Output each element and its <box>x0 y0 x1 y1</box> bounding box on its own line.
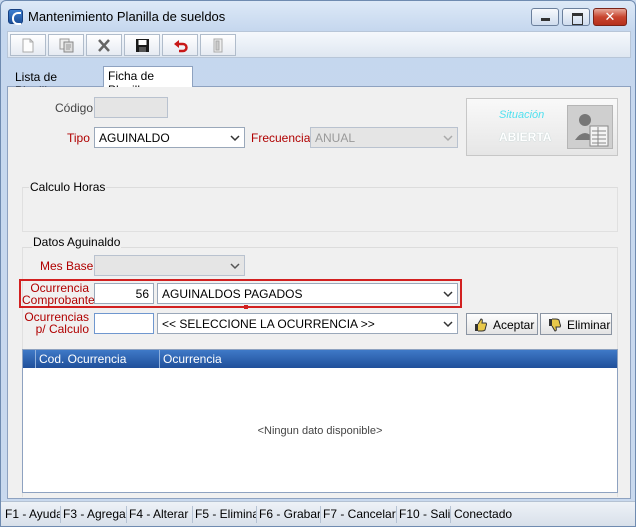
highlight-marker <box>244 305 248 309</box>
tab-strip: Lista de Planillas Ficha de Planilla <box>7 65 631 98</box>
window-title: Mantenimiento Planilla de sueldos <box>28 9 226 24</box>
column-header-ocurrencia[interactable]: Ocurrencia <box>163 352 222 366</box>
undo-button[interactable] <box>162 34 198 56</box>
copy-button[interactable] <box>48 34 84 56</box>
codigo-field[interactable] <box>94 97 168 118</box>
save-icon <box>136 39 149 52</box>
delete-icon <box>98 39 110 52</box>
new-icon <box>22 38 34 53</box>
save-button[interactable] <box>124 34 160 56</box>
mes-base-label: Mes Base <box>40 259 94 273</box>
ocurrencias-calculo-label: Ocurrencias p/ Calculo <box>22 311 89 335</box>
situacion-label: Situación <box>499 109 545 121</box>
label-line: p/ Calculo <box>35 322 89 336</box>
frecuencia-select[interactable]: ANUAL <box>310 127 458 148</box>
eliminar-button[interactable]: Eliminar <box>540 313 612 335</box>
aceptar-label: Aceptar <box>493 318 535 332</box>
title-bar[interactable]: Mantenimiento Planilla de sueldos ✕ <box>1 1 635 31</box>
chevron-down-icon <box>443 291 453 298</box>
chevron-down-icon <box>230 135 240 142</box>
status-f7-cancelar: F7 - Cancelar <box>323 506 397 523</box>
grid-column-separator <box>159 350 160 368</box>
eliminar-label: Eliminar <box>567 318 611 332</box>
situacion-panel: Situación ABIERTA <box>466 98 618 156</box>
status-bar: F1 - Ayuda F3 - Agregar F4 - Alterar F5 … <box>1 501 635 526</box>
situacion-value: ABIERTA <box>499 130 552 144</box>
status-f6-grabar: F6 - Grabar <box>259 506 321 523</box>
label-line: Comprobante <box>22 293 95 307</box>
ocurrencias-grid[interactable]: Cod. Ocurrencia Ocurrencia <Ningun dato … <box>22 349 618 493</box>
mes-base-select[interactable] <box>94 255 245 276</box>
codigo-label: Código <box>55 101 94 115</box>
ocurrencia-comprobante-code[interactable]: 56 <box>94 283 154 304</box>
toolbar <box>7 31 631 58</box>
status-connection: Conectado <box>454 507 513 521</box>
close-button[interactable]: ✕ <box>593 8 627 26</box>
tipo-label: Tipo <box>67 131 90 145</box>
ocurrencias-calculo-code[interactable] <box>94 313 154 334</box>
exit-icon <box>213 38 223 53</box>
grid-empty-message: <Ningun dato disponible> <box>257 425 383 437</box>
ocurrencia-comprobante-label: Ocurrencia Comprobante <box>22 282 95 307</box>
exit-button[interactable] <box>200 34 236 56</box>
chevron-down-icon <box>443 321 453 328</box>
maximize-button[interactable] <box>562 8 590 26</box>
status-f4-alterar: F4 - Alterar <box>129 506 193 523</box>
frecuencia-label: Frecuencia <box>251 131 311 145</box>
application-window: Mantenimiento Planilla de sueldos ✕ List… <box>0 0 636 527</box>
status-f3-agregar: F3 - Agregar <box>63 506 127 523</box>
ocurrencias-calculo-select[interactable]: << SELECCIONE LA OCURRENCIA >> <box>157 313 458 334</box>
minimize-button[interactable] <box>531 8 559 26</box>
status-f1-ayuda: F1 - Ayuda <box>5 506 61 523</box>
ocurrencias-calculo-value: << SELECCIONE LA OCURRENCIA >> <box>162 317 375 331</box>
thumbs-up-icon <box>475 318 487 332</box>
chevron-down-icon <box>443 135 453 142</box>
column-header-cod-ocurrencia[interactable]: Cod. Ocurrencia <box>39 352 126 366</box>
app-icon <box>8 9 23 25</box>
new-button[interactable] <box>10 34 46 56</box>
chevron-down-icon <box>230 263 240 270</box>
tab-ficha-de-planilla[interactable]: Ficha de Planilla <box>103 66 193 97</box>
datos-aguinaldo-label: Datos Aguinaldo <box>32 235 122 249</box>
tipo-value: AGUINALDO <box>99 131 170 145</box>
delete-button[interactable] <box>86 34 122 56</box>
status-f10-salir: F10 - Salir <box>399 506 451 523</box>
grid-column-separator <box>35 350 36 368</box>
thumbs-down-icon <box>549 318 561 332</box>
undo-icon <box>174 40 188 53</box>
copy-icon <box>59 38 74 53</box>
tipo-select[interactable]: AGUINALDO <box>94 127 245 148</box>
ocurrencia-comprobante-select[interactable]: AGUINALDOS PAGADOS <box>157 283 458 304</box>
calculo-horas-label: Calculo Horas <box>29 180 107 194</box>
close-icon: ✕ <box>604 9 616 24</box>
user-sheet-icon <box>567 105 613 149</box>
ocurrencia-comprobante-value: AGUINALDOS PAGADOS <box>162 287 303 301</box>
aceptar-button[interactable]: Aceptar <box>466 313 538 335</box>
frecuencia-value: ANUAL <box>315 131 356 145</box>
grid-header: Cod. Ocurrencia Ocurrencia <box>23 350 617 368</box>
ficha-panel: Código Tipo AGUINALDO Frecuencia ANUAL S… <box>7 87 631 499</box>
tab-lista-de-planillas[interactable]: Lista de Planillas <box>11 68 103 98</box>
status-f5-eliminar: F5 - Eliminar <box>195 506 257 523</box>
calculo-horas-group <box>22 187 618 232</box>
